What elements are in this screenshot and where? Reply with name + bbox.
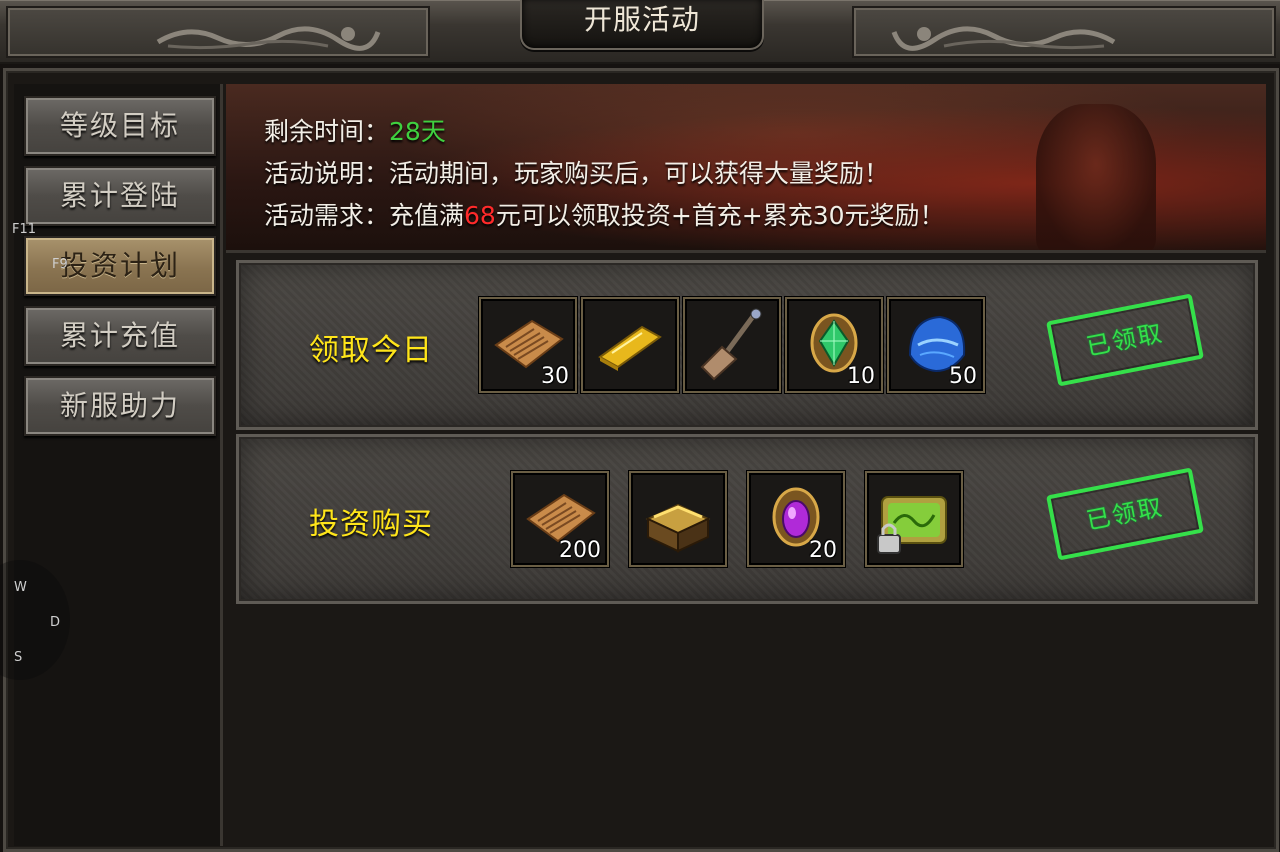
item-count: 200 [559, 538, 601, 563]
claimed-stamp: 已领取 [1046, 293, 1204, 387]
reward-slot[interactable]: 10 [785, 297, 883, 393]
activity-description-line: 活动说明：活动期间，玩家购买后，可以获得大量奖励！ [264, 154, 889, 190]
activity-banner: 剩余时间：28天 活动说明：活动期间，玩家购买后，可以获得大量奖励！ 活动需求：… [226, 84, 1266, 253]
hotkey-w-label: W [14, 580, 27, 595]
activity-requirement-label: 活动需求： [264, 201, 390, 230]
requirement-prefix: 充值满 [389, 201, 465, 230]
reward-slot[interactable] [629, 471, 727, 567]
hotkey-s-label: S [14, 650, 23, 665]
item-count: 30 [541, 364, 569, 389]
remaining-time-value: 28天 [389, 117, 446, 146]
sidebar-item-level-target[interactable]: 等级目标 [24, 96, 216, 156]
item-count: 50 [949, 364, 977, 389]
sidebar-item-new-server-boost[interactable]: 新服助力 [24, 376, 216, 436]
item-count: 20 [809, 538, 837, 563]
reward-slot[interactable] [581, 297, 679, 393]
dragon-ornament-icon [156, 26, 381, 51]
warrior-illustration [1036, 104, 1156, 250]
item-count: 10 [847, 364, 875, 389]
reward-row-investment: 投资购买 200 20 已领取 [236, 434, 1258, 604]
treasure-chest-icon [645, 503, 711, 553]
reward-slot[interactable]: 200 [511, 471, 609, 567]
title-trim-left [6, 6, 430, 58]
shovel-icon [700, 308, 762, 381]
activity-requirement-line: 活动需求：充值满68元可以领取投资+首充+累充30元奖励！ [264, 196, 945, 232]
reward-row-daily: 领取今日 30 10 50 已领取 [236, 260, 1258, 430]
sidebar-item-cumulative-login[interactable]: 累计登陆 [24, 166, 216, 226]
title-trim-right [852, 6, 1276, 58]
hotkey-d-label: D [50, 615, 61, 630]
reward-slot[interactable] [683, 297, 781, 393]
reward-slot[interactable]: 50 [887, 297, 985, 393]
activity-description-text: 活动期间，玩家购买后，可以获得大量奖励！ [389, 159, 890, 188]
activity-description-label: 活动说明： [264, 159, 390, 188]
reward-slot[interactable] [865, 471, 963, 567]
sidebar-item-cumulative-recharge[interactable]: 累计充值 [24, 306, 216, 366]
requirement-suffix: 元可以领取投资+首充+累充30元奖励！ [495, 201, 945, 230]
locked-green-card-icon [877, 496, 947, 554]
hotkey-f9-label: F9 [52, 257, 68, 272]
sidebar: 等级目标 累计登陆 投资计划 累计充值 新服助力 [14, 84, 223, 846]
title-bar: 开服活动 [0, 0, 1280, 64]
reward-slot[interactable]: 20 [747, 471, 845, 567]
row-label-daily: 领取今日 [309, 333, 433, 368]
remaining-time-line: 剩余时间：28天 [264, 112, 446, 148]
gold-bar-icon [598, 325, 662, 371]
hotkey-f11-label: F11 [12, 222, 37, 237]
dragon-ornament-icon [891, 26, 1116, 51]
claimed-stamp: 已领取 [1046, 467, 1204, 561]
reward-slot[interactable]: 30 [479, 297, 577, 393]
window-title: 开服活动 [520, 0, 764, 50]
remaining-time-label: 剩余时间： [264, 117, 390, 146]
row-label-investment: 投资购买 [309, 507, 433, 542]
requirement-amount: 68 [464, 201, 496, 230]
